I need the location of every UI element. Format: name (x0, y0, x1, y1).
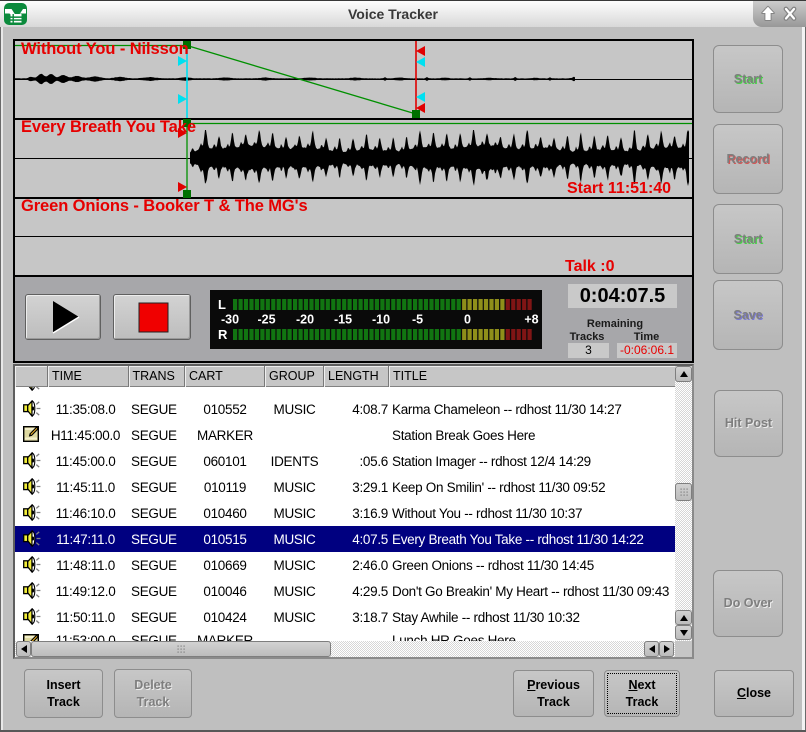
svg-text:-30: -30 (221, 313, 239, 327)
svg-text:-5: -5 (412, 313, 423, 327)
svg-text:-20: -20 (296, 313, 314, 327)
svg-text:+8: +8 (524, 313, 538, 327)
svg-text:-15: -15 (334, 313, 352, 327)
svg-text:-10: -10 (372, 313, 390, 327)
svg-text:-25: -25 (257, 313, 275, 327)
svg-text:R: R (218, 327, 228, 342)
svg-text:0: 0 (464, 313, 471, 327)
svg-text:L: L (218, 297, 226, 312)
